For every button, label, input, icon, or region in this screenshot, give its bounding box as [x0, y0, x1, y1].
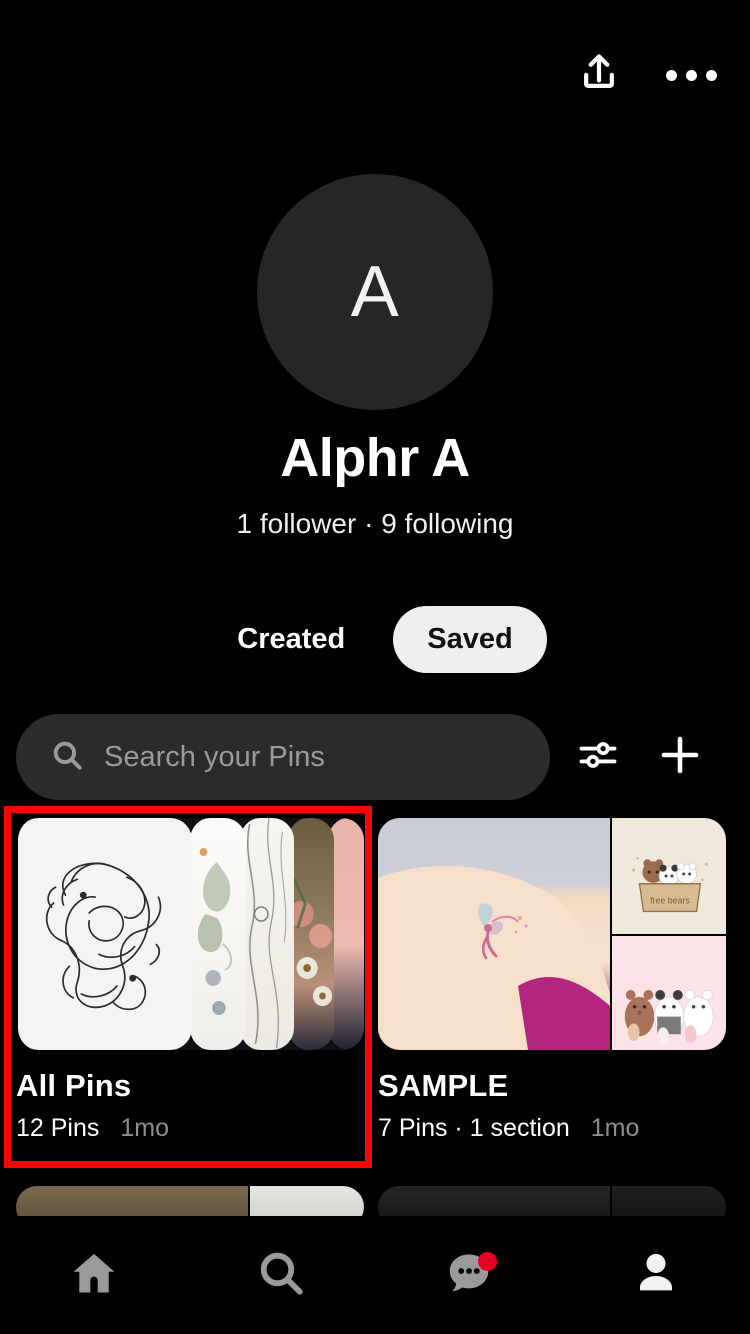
page-title: Alphr A: [280, 428, 470, 488]
avatar[interactable]: A: [257, 174, 493, 410]
tab-created[interactable]: Created: [203, 606, 379, 673]
svg-text:free bears: free bears: [650, 896, 690, 906]
board-cover-all-pins: [16, 818, 364, 1050]
board-pin-count: 12 Pins: [16, 1114, 100, 1142]
person-icon: [630, 1247, 682, 1304]
mosaic-cover-preview: free bears: [378, 818, 726, 1050]
board-meta: 12 Pins 1mo: [16, 1114, 364, 1143]
search-placeholder: Search your Pins: [104, 740, 325, 773]
filter-sliders-icon: [576, 733, 620, 782]
cover-thumb-bears-box: free bears: [610, 818, 726, 934]
cover-thumb-1-koi: [16, 818, 192, 1050]
home-icon: [68, 1247, 120, 1304]
stacked-cover-preview: [16, 818, 364, 1050]
board-cover-sample: free bears: [378, 818, 726, 1050]
cover-thumb-fairy-tattoo: [378, 818, 610, 1050]
search-icon: [256, 1248, 306, 1303]
nav-search[interactable]: [188, 1216, 376, 1334]
nav-messages[interactable]: [375, 1216, 563, 1334]
three-dots-menu-icon: [665, 69, 717, 81]
tab-saved[interactable]: Saved: [393, 606, 547, 673]
board-meta: 7 Pins · 1 section 1mo: [378, 1114, 726, 1143]
nav-profile[interactable]: [563, 1216, 750, 1334]
board-age: 1mo: [590, 1114, 640, 1142]
cover-thumb-2: [188, 818, 246, 1050]
cover-thumb-3: [238, 818, 294, 1050]
top-bar: [0, 0, 750, 150]
search-row: Search your Pins: [0, 714, 750, 800]
cover-thumbs-right: free bears: [610, 818, 726, 1050]
profile-tabs: Created Saved: [0, 606, 750, 673]
board-title: SAMPLE: [378, 1068, 509, 1103]
board-title: All Pins: [16, 1068, 132, 1103]
nav-home[interactable]: [0, 1216, 188, 1334]
create-board-button[interactable]: [646, 723, 714, 791]
filter-button[interactable]: [564, 723, 632, 791]
share-upload-icon: [577, 51, 621, 100]
bottom-nav: [0, 1216, 750, 1334]
board-card-all-pins[interactable]: All Pins 12 Pins 1mo: [16, 818, 364, 1143]
pinterest-profile-screen: A Alphr A 1 follower · 9 following Creat…: [0, 0, 750, 1334]
share-button[interactable]: [568, 44, 630, 106]
plus-icon: [656, 731, 704, 784]
board-card-sample[interactable]: free bears SAMPLE 7 Pins · 1 section 1mo: [378, 818, 726, 1143]
board-pin-count: 7 Pins · 1 section: [378, 1114, 570, 1142]
avatar-initial: A: [350, 252, 400, 332]
overflow-menu-button[interactable]: [660, 44, 722, 106]
cover-thumb-bears-pink: [610, 934, 726, 1050]
follower-stats: 1 follower · 9 following: [236, 508, 514, 539]
notification-badge: [477, 1252, 497, 1271]
board-age: 1mo: [120, 1114, 169, 1142]
boards-grid: All Pins 12 Pins 1mo free bears SAMPLE 7…: [0, 818, 750, 1161]
search-icon: [50, 738, 84, 777]
search-input[interactable]: Search your Pins: [16, 714, 550, 800]
